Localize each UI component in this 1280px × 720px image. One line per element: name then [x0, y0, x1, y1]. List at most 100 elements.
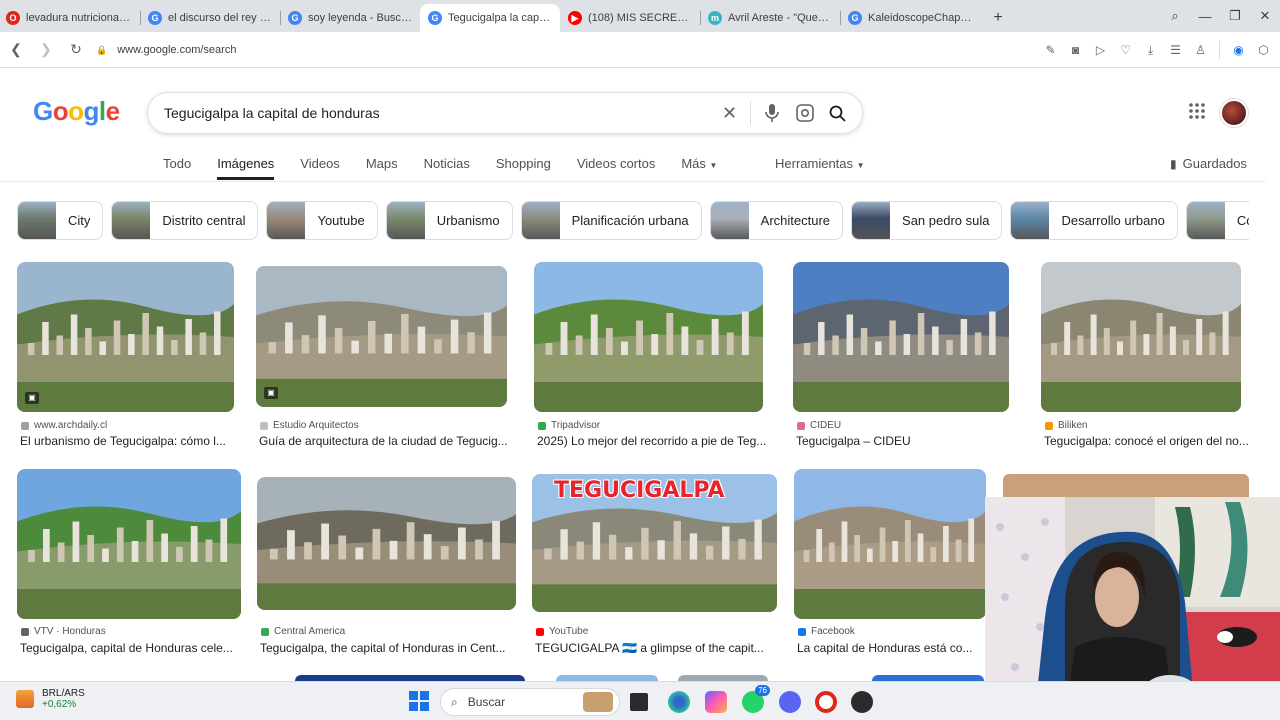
- browser-tab[interactable]: ▶ (108) MIS SECRETOS PARA: [560, 4, 700, 32]
- search-box[interactable]: Tegucigalpa la capital de honduras ✕: [147, 92, 863, 134]
- result-thumbnail[interactable]: [793, 262, 1009, 412]
- play-icon[interactable]: ▷: [1088, 36, 1113, 64]
- search-tab[interactable]: Más ▼: [681, 152, 743, 182]
- source-favicon-icon: [261, 627, 269, 636]
- result-title[interactable]: El urbanismo de Tegucigalpa: cómo l...: [20, 434, 240, 448]
- refinement-chip[interactable]: Youtube: [266, 201, 378, 240]
- refinement-chip[interactable]: San pedro sula: [851, 201, 1003, 240]
- task-view-icon[interactable]: [630, 693, 648, 711]
- search-input[interactable]: Tegucigalpa la capital de honduras: [164, 105, 713, 121]
- search-icon[interactable]: [821, 97, 854, 130]
- browser-tab[interactable]: G KaleidoscopeChappell Roa: [840, 4, 980, 32]
- search-tab[interactable]: Shopping: [496, 152, 551, 182]
- cube-icon[interactable]: ⬡: [1251, 36, 1276, 64]
- browser-tab[interactable]: m Avril Areste - "Querida yo: [700, 4, 840, 32]
- download-icon[interactable]: ⤓: [1138, 36, 1163, 64]
- result-thumbnail[interactable]: ▣: [17, 262, 234, 412]
- result-source[interactable]: www.archdaily.cl: [21, 420, 107, 431]
- result-title[interactable]: 2025) Lo mejor del recorrido a pie de Te…: [537, 434, 769, 448]
- refinement-chip[interactable]: City: [17, 201, 104, 240]
- ticker-widget[interactable]: BRL/ARS +0,62%: [16, 688, 85, 710]
- edit-icon[interactable]: ✎: [1038, 36, 1063, 64]
- back-button[interactable]: ❮: [2, 36, 30, 64]
- browser-tab[interactable]: Gel discurso del rey - Busca: [140, 4, 280, 32]
- result-title[interactable]: Tegucigalpa: conocé el origen del no...: [1044, 434, 1256, 448]
- search-tab[interactable]: Noticias: [424, 152, 470, 182]
- search-tab[interactable]: Imágenes: [217, 152, 275, 180]
- source-favicon-icon: [797, 421, 805, 430]
- browser-tab[interactable]: Gsoy leyenda - Buscar con G: [280, 4, 420, 32]
- list-icon[interactable]: ☰: [1163, 36, 1188, 64]
- profile-icon[interactable]: ♙: [1188, 36, 1213, 64]
- result-thumbnail[interactable]: [1041, 262, 1241, 412]
- result-title[interactable]: Tegucigalpa, capital de Honduras cele...: [20, 641, 246, 655]
- browser-tab[interactable]: G Tegucigalpa la capital de h: [420, 4, 560, 32]
- new-tab-button[interactable]: +: [986, 6, 1010, 30]
- edge-icon[interactable]: [668, 691, 690, 713]
- result-source[interactable]: Tripadvisor: [538, 420, 600, 431]
- result-thumbnail[interactable]: [17, 469, 241, 619]
- refinement-chip[interactable]: Distrito central: [111, 201, 259, 240]
- result-source[interactable]: CIDEU: [797, 420, 841, 431]
- result-thumbnail[interactable]: [257, 477, 516, 610]
- lens-icon[interactable]: [788, 97, 821, 130]
- result-thumbnail[interactable]: ▣: [256, 266, 507, 407]
- refinement-chip[interactable]: Urbanismo: [385, 201, 513, 240]
- result-source[interactable]: YouTube: [536, 626, 588, 637]
- result-title[interactable]: TEGUCIGALPA 🇭🇳 a glimpse of the capit...: [535, 641, 779, 655]
- taskbar-search[interactable]: ⌕ Buscar: [440, 688, 620, 716]
- google-logo[interactable]: Google: [33, 96, 120, 127]
- account-avatar[interactable]: [1220, 99, 1248, 127]
- result-thumbnail[interactable]: [794, 469, 986, 619]
- restore-button[interactable]: ❐: [1220, 8, 1250, 24]
- address-bar[interactable]: 🔒 www.google.com/search: [88, 37, 1028, 63]
- chip-label: Comayagü: [1236, 213, 1249, 228]
- result-source[interactable]: Biliken: [1045, 420, 1087, 431]
- apps-grid-icon[interactable]: [1186, 102, 1208, 124]
- forward-button[interactable]: ❯: [32, 36, 60, 64]
- partial-thumbnail[interactable]: [1003, 474, 1249, 498]
- result-source[interactable]: Estudio Arquitectos: [260, 420, 359, 431]
- refinement-chip[interactable]: Planificación urbana: [520, 201, 702, 240]
- minimize-button[interactable]: —: [1190, 9, 1220, 24]
- reload-button[interactable]: ↻: [62, 36, 90, 64]
- tab-search-icon[interactable]: ⌕: [1160, 8, 1190, 24]
- opera-icon[interactable]: [815, 691, 837, 713]
- image-badge-icon: ▣: [264, 387, 278, 399]
- result-title[interactable]: Guía de arquitectura de la ciudad de Teg…: [259, 434, 515, 448]
- result-title[interactable]: Tegucigalpa – CIDEU: [796, 434, 1016, 448]
- city-photo: [1041, 262, 1241, 412]
- browser-tab[interactable]: Olevadura nutricional - Bus: [0, 4, 140, 32]
- microphone-icon[interactable]: [755, 97, 788, 130]
- refinement-chip[interactable]: Comayagü: [1185, 201, 1249, 240]
- clear-icon[interactable]: ✕: [713, 97, 746, 130]
- result-source[interactable]: Central America: [261, 626, 345, 637]
- search-tab[interactable]: Todo: [163, 152, 191, 182]
- ticker-label: BRL/ARS: [42, 688, 85, 699]
- camera-icon[interactable]: ◙: [1063, 36, 1088, 64]
- search-tab[interactable]: Videos: [300, 152, 340, 182]
- heart-icon[interactable]: ♡: [1113, 36, 1138, 64]
- vpn-icon[interactable]: ◉: [1226, 36, 1251, 64]
- tab-favicon-icon: G: [428, 11, 442, 25]
- saved-button[interactable]: ▮ Guardados: [1170, 156, 1247, 171]
- start-button[interactable]: [409, 691, 429, 711]
- tools-button[interactable]: Herramientas ▼: [775, 156, 865, 171]
- search-tab[interactable]: Videos cortos: [577, 152, 656, 182]
- close-window-button[interactable]: ✕: [1250, 8, 1280, 24]
- result-source[interactable]: Facebook: [798, 626, 855, 637]
- copilot-icon[interactable]: [705, 691, 727, 713]
- refinement-chip[interactable]: Architecture: [709, 201, 844, 240]
- discord-icon[interactable]: [779, 691, 801, 713]
- whatsapp-icon[interactable]: 76: [742, 685, 770, 713]
- tab-favicon-icon: G: [288, 11, 302, 25]
- result-title[interactable]: Tegucigalpa, the capital of Honduras in …: [260, 641, 518, 655]
- result-thumbnail[interactable]: TEGUCIGALPA: [532, 474, 777, 612]
- result-source[interactable]: VTV · Honduras: [21, 626, 106, 637]
- refinement-chip[interactable]: Desarrollo urbano: [1010, 201, 1178, 240]
- result-thumbnail[interactable]: [534, 262, 763, 412]
- search-tab[interactable]: Maps: [366, 152, 398, 182]
- chip-thumbnail: [1186, 202, 1225, 239]
- obs-icon[interactable]: [851, 691, 873, 713]
- result-title[interactable]: La capital de Honduras está co...: [797, 641, 985, 655]
